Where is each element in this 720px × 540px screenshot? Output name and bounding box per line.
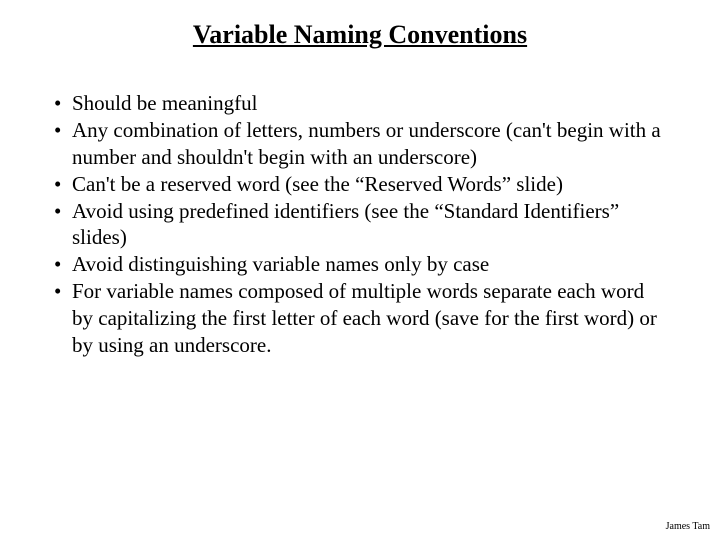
slide-title: Variable Naming Conventions: [0, 20, 720, 50]
bullet-list: Should be meaningful Any combination of …: [50, 90, 670, 359]
list-item: For variable names composed of multiple …: [50, 278, 670, 359]
slide-content: Should be meaningful Any combination of …: [0, 90, 720, 359]
list-item: Any combination of letters, numbers or u…: [50, 117, 670, 171]
footer-author: James Tam: [666, 521, 710, 532]
list-item: Should be meaningful: [50, 90, 670, 117]
list-item: Avoid distinguishing variable names only…: [50, 251, 670, 278]
list-item: Avoid using predefined identifiers (see …: [50, 198, 670, 252]
list-item: Can't be a reserved word (see the “Reser…: [50, 171, 670, 198]
